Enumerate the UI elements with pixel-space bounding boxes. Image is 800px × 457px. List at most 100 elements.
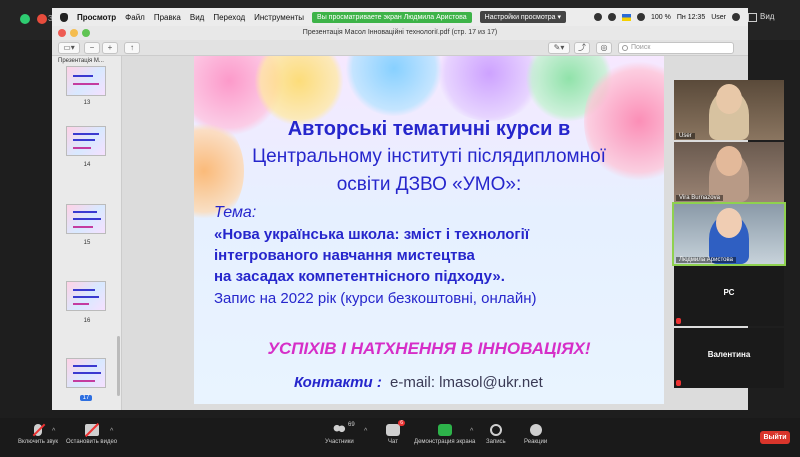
reactions-label: Реакции bbox=[524, 439, 548, 445]
search-placeholder: Поиск bbox=[631, 44, 651, 51]
participant-tile[interactable]: РС bbox=[674, 266, 784, 326]
share-screen-icon bbox=[437, 424, 452, 436]
menu-item-view[interactable]: Вид bbox=[190, 13, 204, 22]
page-number-14: 14 bbox=[83, 162, 91, 168]
recording-indicator-icon bbox=[37, 14, 47, 24]
share-screen-button[interactable]: Демонстрация экрана bbox=[414, 424, 475, 445]
page-thumbnail-16[interactable] bbox=[66, 281, 106, 311]
page-number-16: 16 bbox=[83, 318, 91, 324]
skype-icon[interactable] bbox=[608, 13, 616, 21]
share-doc-button[interactable]: ↑ bbox=[124, 42, 140, 54]
markup-pen-button[interactable]: ✎▾ bbox=[548, 42, 570, 54]
record-button[interactable]: Запись bbox=[486, 424, 506, 445]
page-number-13: 13 bbox=[83, 100, 91, 106]
share-options-caret[interactable]: ^ bbox=[470, 428, 473, 435]
participant-gallery: User Vira Burnazova Людмила Аристова РС … bbox=[672, 80, 786, 390]
reaction-smiley-icon bbox=[529, 424, 542, 436]
mac-menu-bar: Просмотр Файл Правка Вид Переход Инструм… bbox=[52, 8, 748, 26]
search-icon[interactable] bbox=[732, 13, 740, 21]
slide-contacts: Контакти : e-mail: lmasol@ukr.net bbox=[294, 374, 543, 391]
muted-mic-icon bbox=[676, 380, 681, 386]
slide-slogan: УСПІХІВ І НАТХНЕННЯ В ІННОВАЦІЯХ! bbox=[267, 339, 591, 358]
preview-window: Презентація Масол Інноваційні технології… bbox=[52, 26, 748, 410]
share-screen-label: Демонстрация экрана bbox=[414, 439, 476, 445]
menu-item-tools[interactable]: Инструменты bbox=[254, 13, 304, 22]
page-thumbnail-13[interactable] bbox=[66, 66, 106, 96]
muted-mic-icon bbox=[34, 424, 42, 436]
participant-name: Vira Burnazova bbox=[676, 195, 723, 201]
decor-blob bbox=[344, 56, 444, 116]
audio-options-caret[interactable]: ^ bbox=[52, 428, 55, 435]
stop-video-label: Остановить видео bbox=[66, 439, 118, 445]
chat-bubble-icon: 6 bbox=[386, 420, 405, 436]
page-thumbnail-14[interactable] bbox=[66, 126, 106, 156]
menu-item-file[interactable]: Файл bbox=[125, 13, 145, 22]
slide-body-line2: інтегрованого навчання мистецтва bbox=[214, 247, 475, 264]
sidebar-scrollbar[interactable] bbox=[117, 336, 120, 396]
participant-name: Валентина bbox=[707, 350, 751, 359]
muted-mic-icon bbox=[676, 318, 681, 324]
document-canvas: Авторські тематичні курси в Центральному… bbox=[122, 56, 748, 410]
zoom-out-button[interactable]: − bbox=[84, 42, 100, 54]
search-icon bbox=[622, 45, 628, 51]
keyboard-layout-flag-icon[interactable] bbox=[622, 13, 631, 21]
search-input[interactable]: Поиск bbox=[618, 42, 734, 54]
slide-body-line3: на засадах компетентнісного підходу». bbox=[214, 268, 505, 285]
slide-title-line2: Центральному інституті післядипломної bbox=[252, 146, 606, 167]
close-window-icon[interactable] bbox=[58, 29, 66, 37]
zoom-in-button[interactable]: + bbox=[102, 42, 118, 54]
current-user[interactable]: User bbox=[711, 14, 726, 21]
sidebar-document-name[interactable]: Презентація М... bbox=[52, 56, 121, 64]
apple-icon[interactable] bbox=[60, 12, 68, 22]
battery-level[interactable]: 100 % bbox=[651, 14, 671, 21]
participant-tile[interactable]: User bbox=[674, 80, 784, 140]
slide-page-17: Авторські тематичні курси в Центральному… bbox=[194, 56, 664, 404]
contacts-email: e-mail: lmasol@ukr.net bbox=[390, 374, 543, 391]
contacts-label: Контакти : bbox=[294, 374, 382, 391]
video-camera-icon bbox=[84, 424, 99, 436]
sidebar-toggle-button[interactable]: ▭▾ bbox=[58, 42, 80, 54]
security-shield-icon[interactable] bbox=[20, 14, 30, 24]
participants-label: Участники bbox=[325, 439, 354, 445]
reactions-button[interactable]: Реакции bbox=[524, 424, 547, 445]
participant-tile-active-speaker[interactable]: Людмила Аристова bbox=[672, 202, 786, 266]
menu-app-name[interactable]: Просмотр bbox=[77, 13, 116, 22]
rotate-button[interactable]: ⤴ bbox=[574, 42, 590, 54]
menu-item-go[interactable]: Переход bbox=[213, 13, 245, 22]
status-tray-icon[interactable] bbox=[594, 13, 602, 21]
record-icon bbox=[489, 424, 502, 436]
gallery-view-icon[interactable] bbox=[748, 13, 757, 22]
participant-name: РС bbox=[723, 288, 735, 297]
minimize-window-icon[interactable] bbox=[70, 29, 78, 37]
view-button[interactable]: Вид bbox=[760, 12, 774, 21]
leave-meeting-button[interactable]: Выйти bbox=[760, 431, 790, 444]
participant-tile[interactable]: Vira Burnazova bbox=[674, 142, 784, 202]
page-thumbnail-15[interactable] bbox=[66, 204, 106, 234]
participants-icon bbox=[332, 424, 347, 436]
window-title: Презентація Масол Інноваційні технології… bbox=[302, 29, 498, 36]
unmute-label: Включить звук bbox=[18, 439, 59, 445]
wifi-icon[interactable] bbox=[637, 13, 645, 21]
record-label: Запись bbox=[486, 439, 506, 445]
participant-name: Людмила Аристова bbox=[676, 257, 736, 263]
slide-topic-label: Тема: bbox=[214, 204, 257, 221]
zoom-window-icon[interactable] bbox=[82, 29, 90, 37]
viewing-share-banner: Вы просматриваете экран Людмила Аристова bbox=[312, 11, 472, 23]
video-options-caret[interactable]: ^ bbox=[110, 428, 113, 435]
preview-toolbar: ▭▾ − + ↑ ✎▾ ⤴ ◎ Поиск bbox=[52, 40, 748, 56]
menu-item-edit[interactable]: Правка bbox=[154, 13, 181, 22]
participant-tile[interactable]: Валентина bbox=[674, 328, 784, 388]
clock[interactable]: Пн 12:35 bbox=[677, 14, 705, 21]
chat-button[interactable]: 6 Чат bbox=[386, 420, 405, 445]
zoom-control-bar: Включить звук ^ Остановить видео ^ Участ… bbox=[0, 418, 800, 457]
participants-options-caret[interactable]: ^ bbox=[364, 428, 367, 435]
annotate-button[interactable]: ◎ bbox=[596, 42, 612, 54]
window-titlebar: Презентація Масол Інноваційні технології… bbox=[52, 26, 748, 40]
thumbnail-sidebar: Презентація М... 13 14 15 16 17 bbox=[52, 56, 122, 410]
chat-unread-badge: 6 bbox=[398, 420, 405, 426]
page-thumbnail-17[interactable] bbox=[66, 358, 106, 388]
view-settings-button[interactable]: Настройки просмотра ▾ bbox=[479, 11, 567, 23]
page-number-17-selected: 17 bbox=[80, 395, 92, 401]
chat-label: Чат bbox=[388, 439, 398, 445]
slide-body-line1: «Нова українська школа: зміст і технолог… bbox=[214, 226, 530, 243]
